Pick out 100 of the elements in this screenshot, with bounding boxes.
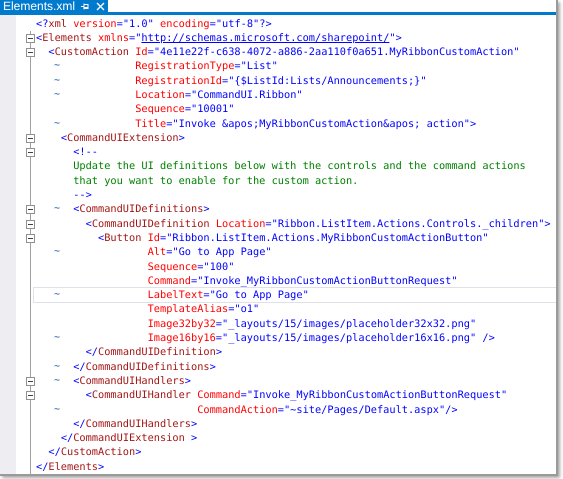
line-marker: ~ (54, 90, 60, 100)
attribute-name: Image32by32 (148, 318, 216, 330)
collapse-icon[interactable] (26, 220, 35, 229)
attribute-value: "Ribbon.ListItem.Actions.Controls._children" (272, 218, 544, 229)
code-token: </ (36, 462, 48, 472)
attribute-value: "Invoke &apos;MyRibbonCustomAction&apos; action" (172, 118, 470, 129)
code-token: = (160, 232, 166, 244)
attribute-name: Image16by16 (148, 333, 216, 344)
attribute-value: "List" (240, 61, 278, 72)
code-token: = (197, 262, 204, 272)
code-token: = (216, 333, 222, 344)
line-marker: ~ (54, 362, 60, 372)
line-marker: ~ (54, 247, 60, 258)
code-token: = (216, 318, 222, 330)
code-token: > (544, 218, 551, 229)
attribute-name: version (73, 18, 117, 29)
pin-icon[interactable] (81, 2, 90, 11)
line-marker: ~ (54, 118, 60, 129)
attribute-value: "10001" (191, 104, 234, 115)
attribute-value: "utf-8" (216, 18, 260, 29)
attribute-value: "Go to App Page" (172, 247, 272, 258)
tag-name: CommandUIHandler (92, 390, 192, 401)
code-token: > (191, 433, 198, 444)
tag-name: CustomAction (54, 47, 130, 58)
link[interactable]: http://schemas.microsoft.com/sharepoint/ (141, 32, 390, 44)
code-token: = (184, 90, 192, 100)
line-marker: ~ (54, 376, 60, 386)
attribute-name: Location (216, 218, 266, 229)
collapse-icon[interactable] (26, 148, 35, 158)
collapse-icon[interactable] (26, 48, 35, 58)
attribute-name: Title (135, 118, 166, 129)
code-token: < (60, 132, 68, 144)
code-token: = (166, 247, 172, 258)
collapse-icon[interactable] (26, 34, 35, 43)
tag-name: CustomAction (60, 447, 136, 458)
attribute-name: Command (148, 276, 191, 286)
collapse-icon[interactable] (26, 134, 35, 143)
code-token: > (135, 447, 142, 458)
code-token: = (228, 304, 234, 315)
code-token: < (36, 32, 42, 44)
tag-name: xml (48, 18, 68, 29)
code-token: = (222, 76, 228, 86)
collapse-icon[interactable] (26, 376, 35, 386)
attribute-name: Alt (148, 247, 166, 258)
tag-name: CommandUIDefinition (98, 347, 216, 358)
attribute-value: "o1" (234, 304, 260, 315)
code-token: "> (389, 32, 402, 44)
code-token: </ (60, 433, 74, 444)
attribute-name: CommandAction (197, 404, 278, 415)
attribute-name: Command (197, 390, 241, 401)
close-icon[interactable] (96, 2, 106, 11)
tag-name: Button (104, 232, 142, 244)
attribute-value: "_layouts/15/images/placeholder32x32.png" (222, 318, 476, 330)
attribute-name: LabelText (148, 290, 204, 300)
attribute-name: Location (135, 90, 185, 100)
code-token: > (210, 362, 216, 372)
attribute-value: "Invoke_MyRibbonCustomActionButtonRequest" (246, 390, 508, 401)
tag-name: Elements (42, 32, 92, 44)
attribute-value: "Ribbon.ListItem.Actions.MyRibbonCustomActionButton" (166, 232, 489, 244)
tag-name: CommandUIDefinitions (79, 204, 204, 215)
attribute-name: TemplateAlias (148, 304, 228, 315)
attribute-value: "100" (203, 262, 234, 272)
attribute-value: "CommandUI.Ribbon" (191, 90, 303, 100)
code-token: </ (48, 447, 61, 458)
tag-name: CommandUIDefinition (92, 218, 210, 229)
attribute-name: encoding (160, 18, 210, 29)
code-token: /> (482, 333, 495, 344)
line-marker: ~ (54, 76, 60, 86)
line-marker: ~ (54, 61, 60, 72)
collapse-icon[interactable] (26, 234, 35, 243)
collapse-icon[interactable] (26, 391, 35, 400)
attribute-name: Id (135, 47, 148, 58)
collapse-icon[interactable] (26, 205, 35, 214)
line-marker: ~ (54, 290, 60, 300)
code-token: =" (129, 32, 142, 44)
attribute-value: "~site/Pages/Default.aspx" (284, 404, 446, 415)
code-token: <!-- (73, 147, 98, 158)
editor-tab[interactable]: Elements.xml (0, 0, 108, 12)
attribute-name: Sequence (135, 104, 185, 115)
code-token: = (210, 18, 216, 29)
code-comment: that you want to enable for the custom action. (73, 176, 358, 186)
attribute-value: "{$ListId:Lists/Announcements;}" (228, 76, 427, 86)
attribute-name: Id (148, 232, 160, 244)
code-token: ?> (259, 18, 272, 29)
attribute-value: "Go to App Page" (210, 290, 309, 300)
code-token: < (73, 376, 80, 386)
code-token: > (184, 376, 191, 386)
attribute-name: xmlns (98, 32, 130, 44)
code-token: > (203, 204, 210, 215)
code-token: < (98, 232, 104, 244)
code-comment: Update the UI definitions below with the controls and the command actions (73, 161, 526, 172)
attribute-name: Sequence (148, 262, 198, 272)
code-token: /> (445, 404, 458, 415)
code-token: --> (73, 190, 92, 200)
code-token: < (48, 47, 55, 58)
tag-name: CommandUIHandlers (79, 376, 185, 386)
attribute-name: RegistrationId (135, 76, 222, 86)
code-token: > (191, 418, 198, 430)
code-token: = (234, 61, 241, 72)
code-token: < (73, 204, 80, 215)
